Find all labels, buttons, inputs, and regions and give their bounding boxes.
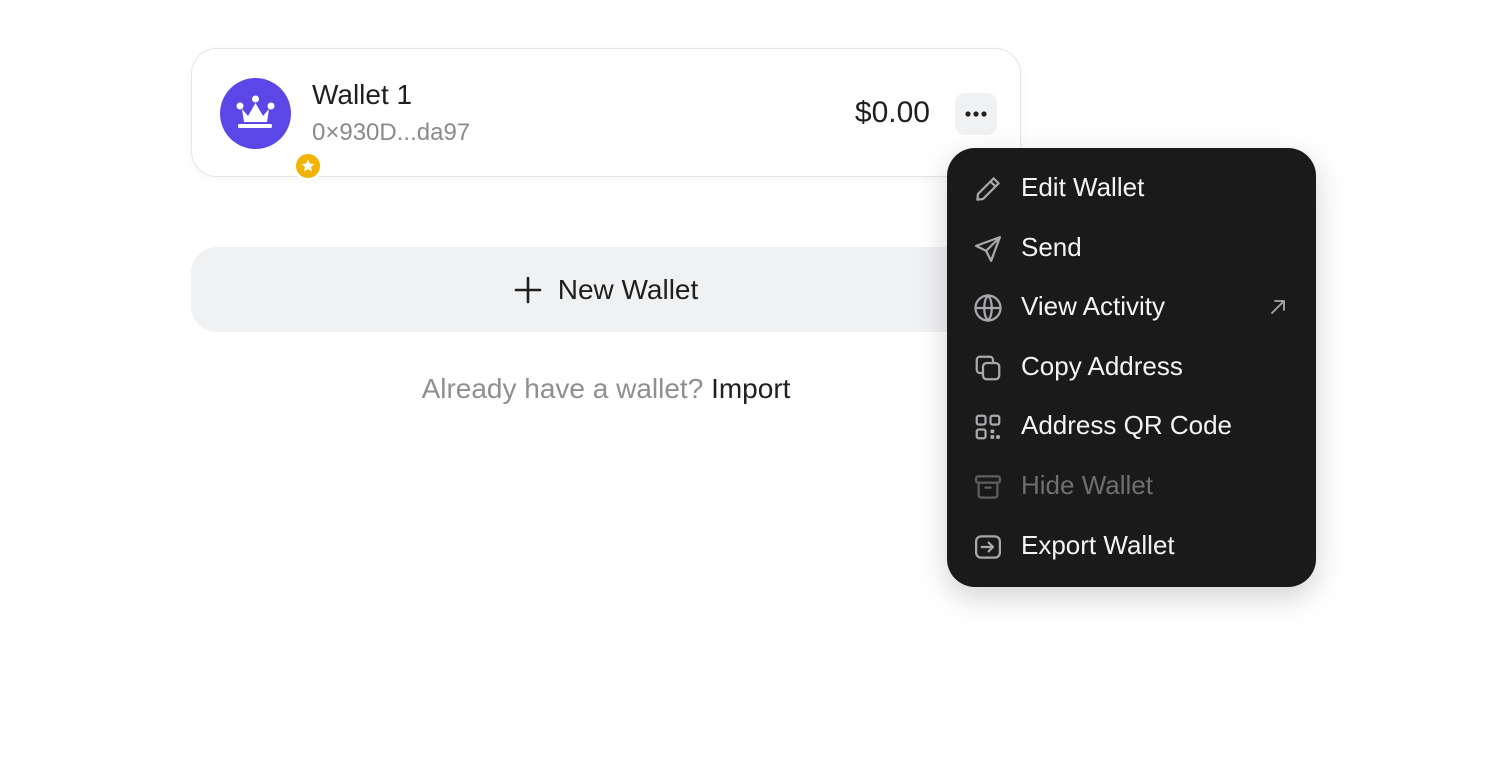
menu-item-address-qr-code[interactable]: Address QR Code — [947, 397, 1316, 457]
archive-icon — [975, 475, 1001, 499]
wallet-avatar — [220, 78, 323, 181]
qr-code-icon — [975, 414, 1001, 440]
menu-item-send[interactable]: Send — [947, 219, 1316, 279]
menu-item-label: View Activity — [1021, 291, 1166, 321]
pencil-icon — [976, 177, 1000, 201]
crown-icon — [236, 95, 275, 128]
menu-item-copy-address[interactable]: Copy Address — [947, 338, 1316, 398]
more-options-button[interactable] — [955, 93, 997, 135]
menu-item-label: Address QR Code — [1021, 410, 1232, 440]
import-question: Already have a wallet? — [421, 373, 704, 404]
plus-icon — [514, 276, 542, 303]
wallet-balance: $0.00 — [854, 96, 930, 129]
menu-item-label: Export Wallet — [1021, 530, 1175, 560]
export-icon — [975, 535, 1001, 559]
wallet-context-menu: Edit Wallet Send View Activity Copy Addr — [947, 148, 1316, 587]
new-wallet-button[interactable]: New Wallet — [191, 247, 1021, 332]
external-link-icon — [1271, 300, 1285, 314]
menu-item-label: Edit Wallet — [1021, 172, 1145, 202]
globe-icon — [974, 293, 1002, 323]
menu-item-edit-wallet[interactable]: Edit Wallet — [947, 159, 1316, 219]
send-icon — [975, 236, 1001, 262]
menu-item-label: Send — [1021, 232, 1082, 262]
more-horizontal-icon — [965, 111, 987, 117]
new-wallet-label: New Wallet — [557, 273, 699, 305]
import-link[interactable]: Import — [711, 373, 790, 404]
copy-icon — [975, 355, 1001, 381]
menu-item-label: Hide Wallet — [1021, 470, 1153, 500]
menu-item-hide-wallet[interactable]: Hide Wallet — [947, 457, 1316, 517]
wallet-card[interactable]: Wallet 1 0×930D...da97 $0.00 — [191, 48, 1021, 181]
menu-item-view-activity[interactable]: View Activity — [947, 278, 1316, 338]
favorite-badge — [293, 151, 323, 181]
import-prompt: Already have a wallet? Import — [191, 373, 1021, 405]
wallet-address: 0×930D...da97 — [312, 119, 471, 146]
menu-item-label: Copy Address — [1021, 351, 1183, 381]
wallet-name: Wallet 1 — [312, 79, 413, 110]
star-icon — [301, 159, 315, 172]
menu-item-export-wallet[interactable]: Export Wallet — [947, 517, 1316, 577]
